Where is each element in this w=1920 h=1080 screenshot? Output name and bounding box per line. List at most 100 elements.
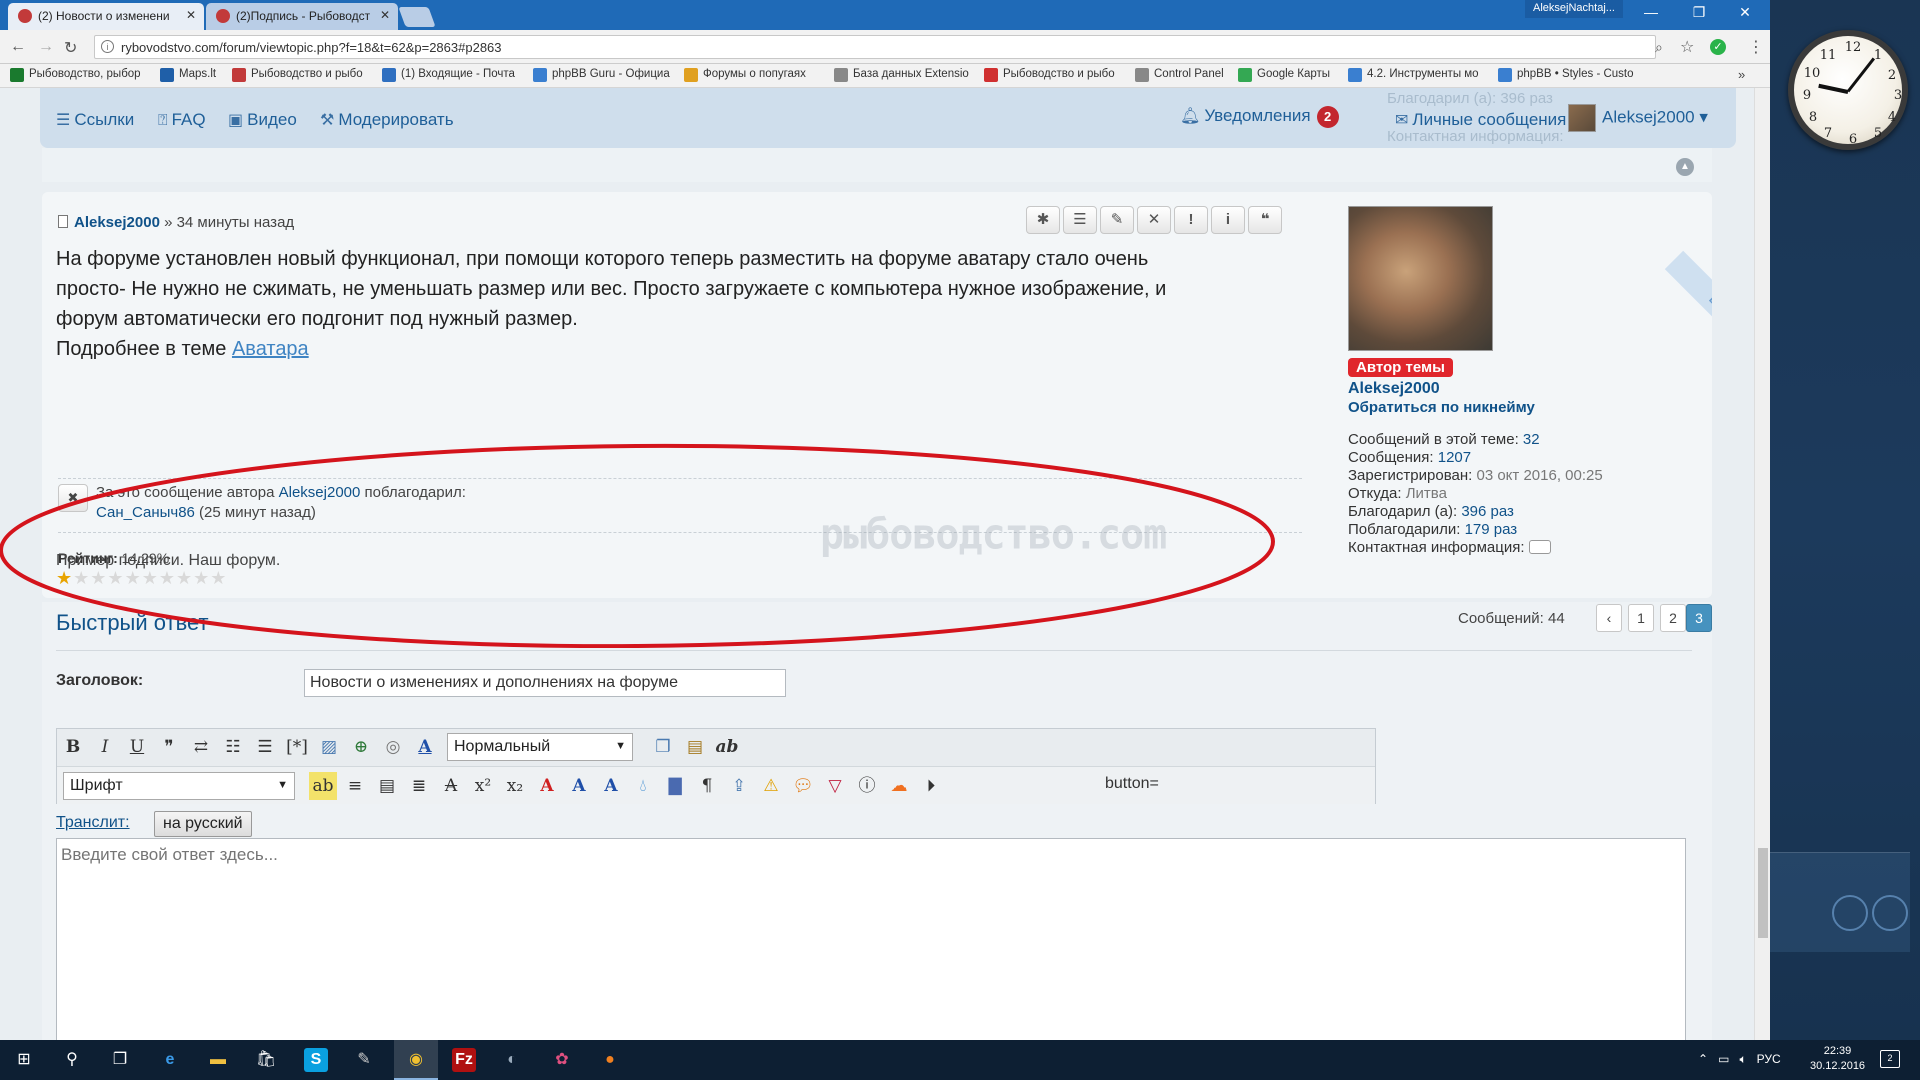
image-icon[interactable]: ▨ [315, 733, 343, 761]
link-icon[interactable]: ⊕ [347, 733, 375, 761]
bullet-list-icon[interactable]: ☷ [219, 733, 247, 761]
glow-text-icon[interactable]: A [565, 772, 593, 800]
reload-icon[interactable]: ↻ [64, 38, 77, 58]
close-tab-icon[interactable]: ✕ [186, 8, 196, 22]
info-icon[interactable]: i [101, 40, 114, 53]
maximize-icon[interactable]: ❐ [1684, 4, 1714, 21]
rating-star[interactable]: ★ [73, 568, 90, 588]
close-window-icon[interactable]: ✕ [1730, 4, 1760, 21]
nav-links[interactable]: ☰ Ссылки [56, 110, 134, 130]
drop-icon[interactable]: 💧︎ [629, 772, 657, 800]
shadow-text-icon[interactable]: A [597, 772, 625, 800]
align-justify-icon[interactable]: ▤ [373, 772, 401, 800]
filezilla-icon[interactable]: Fz [452, 1048, 476, 1072]
chrome-icon[interactable]: ◉ [404, 1048, 428, 1072]
bookmark-item[interactable]: phpBB Guru - Официа [533, 68, 670, 82]
numbered-list-icon[interactable]: ☰ [251, 733, 279, 761]
bookmark-item[interactable]: Maps.lt [160, 68, 216, 82]
nav-notifications[interactable]: 🔔︎ Уведомления 2 [1180, 106, 1339, 128]
browser-menu-icon[interactable]: ⋮ [1748, 37, 1764, 57]
report-button[interactable]: ! [1174, 206, 1208, 234]
red-text-icon[interactable]: A [533, 772, 561, 800]
underline-icon[interactable]: U [123, 733, 151, 761]
bookmark-item[interactable]: Рыбоводство, рыбор [10, 68, 141, 82]
list-item-icon[interactable]: [*] [283, 733, 311, 761]
rating-star[interactable]: ★ [107, 568, 124, 588]
tab-signature[interactable]: (2)Подпись - Рыбоводст ✕ [206, 3, 398, 30]
speech-bubble-icon[interactable]: 💬︎ [789, 772, 817, 800]
nav-faq[interactable]: ⍰ FAQ [158, 110, 206, 130]
highlight-icon[interactable]: ab [309, 772, 337, 800]
translit-button[interactable]: на русский [154, 811, 252, 837]
bookmark-item[interactable]: База данных Extensio [834, 68, 969, 82]
bookmark-item[interactable]: Control Panel [1135, 68, 1224, 82]
windows-start-icon[interactable]: ⊞ [12, 1048, 36, 1072]
chevron-up-icon[interactable]: ⌃ [1698, 1052, 1708, 1066]
profile-username-link[interactable]: Aleksej2000 [1348, 380, 1440, 398]
flash-icon[interactable]: ◎ [379, 733, 407, 761]
search-icon[interactable]: ⚲ [60, 1048, 84, 1072]
firefox-icon[interactable]: ● [598, 1048, 622, 1072]
nav-private-messages[interactable]: ✉ Личные сообщения [1395, 110, 1566, 130]
close-tab-icon[interactable]: ✕ [380, 8, 390, 22]
bookmark-star-icon[interactable]: ☆ [1680, 37, 1694, 57]
mention-link[interactable]: Обратиться по никнейму [1348, 399, 1535, 416]
superscript-icon[interactable]: x² [469, 772, 497, 800]
scrollbar-thumb[interactable] [1758, 848, 1768, 938]
align-right-icon[interactable]: ≣ [405, 772, 433, 800]
subscript-icon[interactable]: x₂ [501, 772, 529, 800]
quote-button[interactable]: ❝ [1248, 206, 1282, 234]
store-icon[interactable]: 🛍︎ [254, 1048, 278, 1072]
subject-input[interactable] [304, 669, 786, 697]
paste-icon[interactable]: ▤ [681, 733, 709, 761]
spellcheck-icon[interactable]: ab [713, 733, 741, 761]
info-button[interactable]: i [1211, 206, 1245, 234]
thanker-link[interactable]: Сан_Саныч86 [96, 504, 195, 521]
bookmark-item[interactable]: Форумы о попугаях [684, 68, 806, 82]
rating-star[interactable]: ★ [210, 568, 227, 588]
url-bar[interactable]: i rybovodstvo.com/forum/viewtopic.php?f=… [94, 35, 1656, 59]
bookmark-item[interactable]: 4.2. Инструменты мо [1348, 68, 1479, 82]
language-indicator[interactable]: РУС [1757, 1052, 1781, 1066]
bookmarks-overflow-icon[interactable]: » [1738, 67, 1745, 82]
new-tab-button[interactable] [398, 7, 436, 27]
font-size-select[interactable]: Нормальный ▼ [447, 733, 633, 761]
rating-star[interactable]: ★ [125, 568, 142, 588]
star-button[interactable]: ✱ [1026, 206, 1060, 234]
edge-icon[interactable]: e [158, 1048, 182, 1072]
tab-news[interactable]: (2) Новости о изменени ✕ [8, 3, 204, 30]
quote-icon[interactable]: ❞ [155, 733, 183, 761]
taskbar-clock[interactable]: 22:39 30.12.2016 [1810, 1044, 1865, 1074]
reply-textarea[interactable] [56, 838, 1686, 1040]
warning-icon[interactable]: ⚠ [757, 772, 785, 800]
post-author-link[interactable]: Aleksej2000 [74, 214, 160, 231]
strikethrough-icon[interactable]: A [437, 772, 465, 800]
avatar[interactable] [1348, 206, 1493, 351]
file-explorer-icon[interactable]: ▬ [206, 1048, 230, 1072]
back-icon[interactable]: ← [10, 38, 26, 56]
soundcloud-icon[interactable]: ☁ [885, 772, 913, 800]
code-icon[interactable]: ⇄ [187, 733, 215, 761]
rating-stars[interactable]: ★★★★★★★★★★ [56, 568, 227, 589]
bookmark-item[interactable]: Рыбоводство и рыбо [984, 68, 1115, 82]
remove-thanks-button[interactable]: ✖ [58, 484, 88, 512]
list-button[interactable]: ☰ [1063, 206, 1097, 234]
info-box-icon[interactable]: ⓘ [853, 772, 881, 800]
rating-star[interactable]: ★ [159, 568, 176, 588]
task-view-icon[interactable]: ❐ [108, 1048, 132, 1072]
network-icon[interactable]: ▭ [1718, 1052, 1729, 1066]
search-icon[interactable]: ⌕ [1655, 39, 1663, 56]
bookmark-item[interactable]: Рыбоводство и рыбо [232, 68, 363, 82]
gradient-icon[interactable]: ▇ [661, 772, 689, 800]
delete-button[interactable]: ✕ [1137, 206, 1171, 234]
page-1-button[interactable]: 1 [1628, 604, 1654, 632]
browser-profile-button[interactable]: AleksejNachtaj... [1525, 0, 1623, 18]
skype-icon[interactable]: S [304, 1048, 328, 1072]
edit-button[interactable]: ✎ [1100, 206, 1134, 234]
font-family-select[interactable]: Шрифт ▼ [63, 772, 295, 800]
align-center-icon[interactable]: ≡ [341, 772, 369, 800]
bookmark-item[interactable]: (1) Входящие - Почта [382, 68, 515, 82]
copy-icon[interactable]: ❐ [649, 733, 677, 761]
forward-icon[interactable]: → [38, 38, 54, 56]
rating-star[interactable]: ★ [56, 568, 73, 588]
